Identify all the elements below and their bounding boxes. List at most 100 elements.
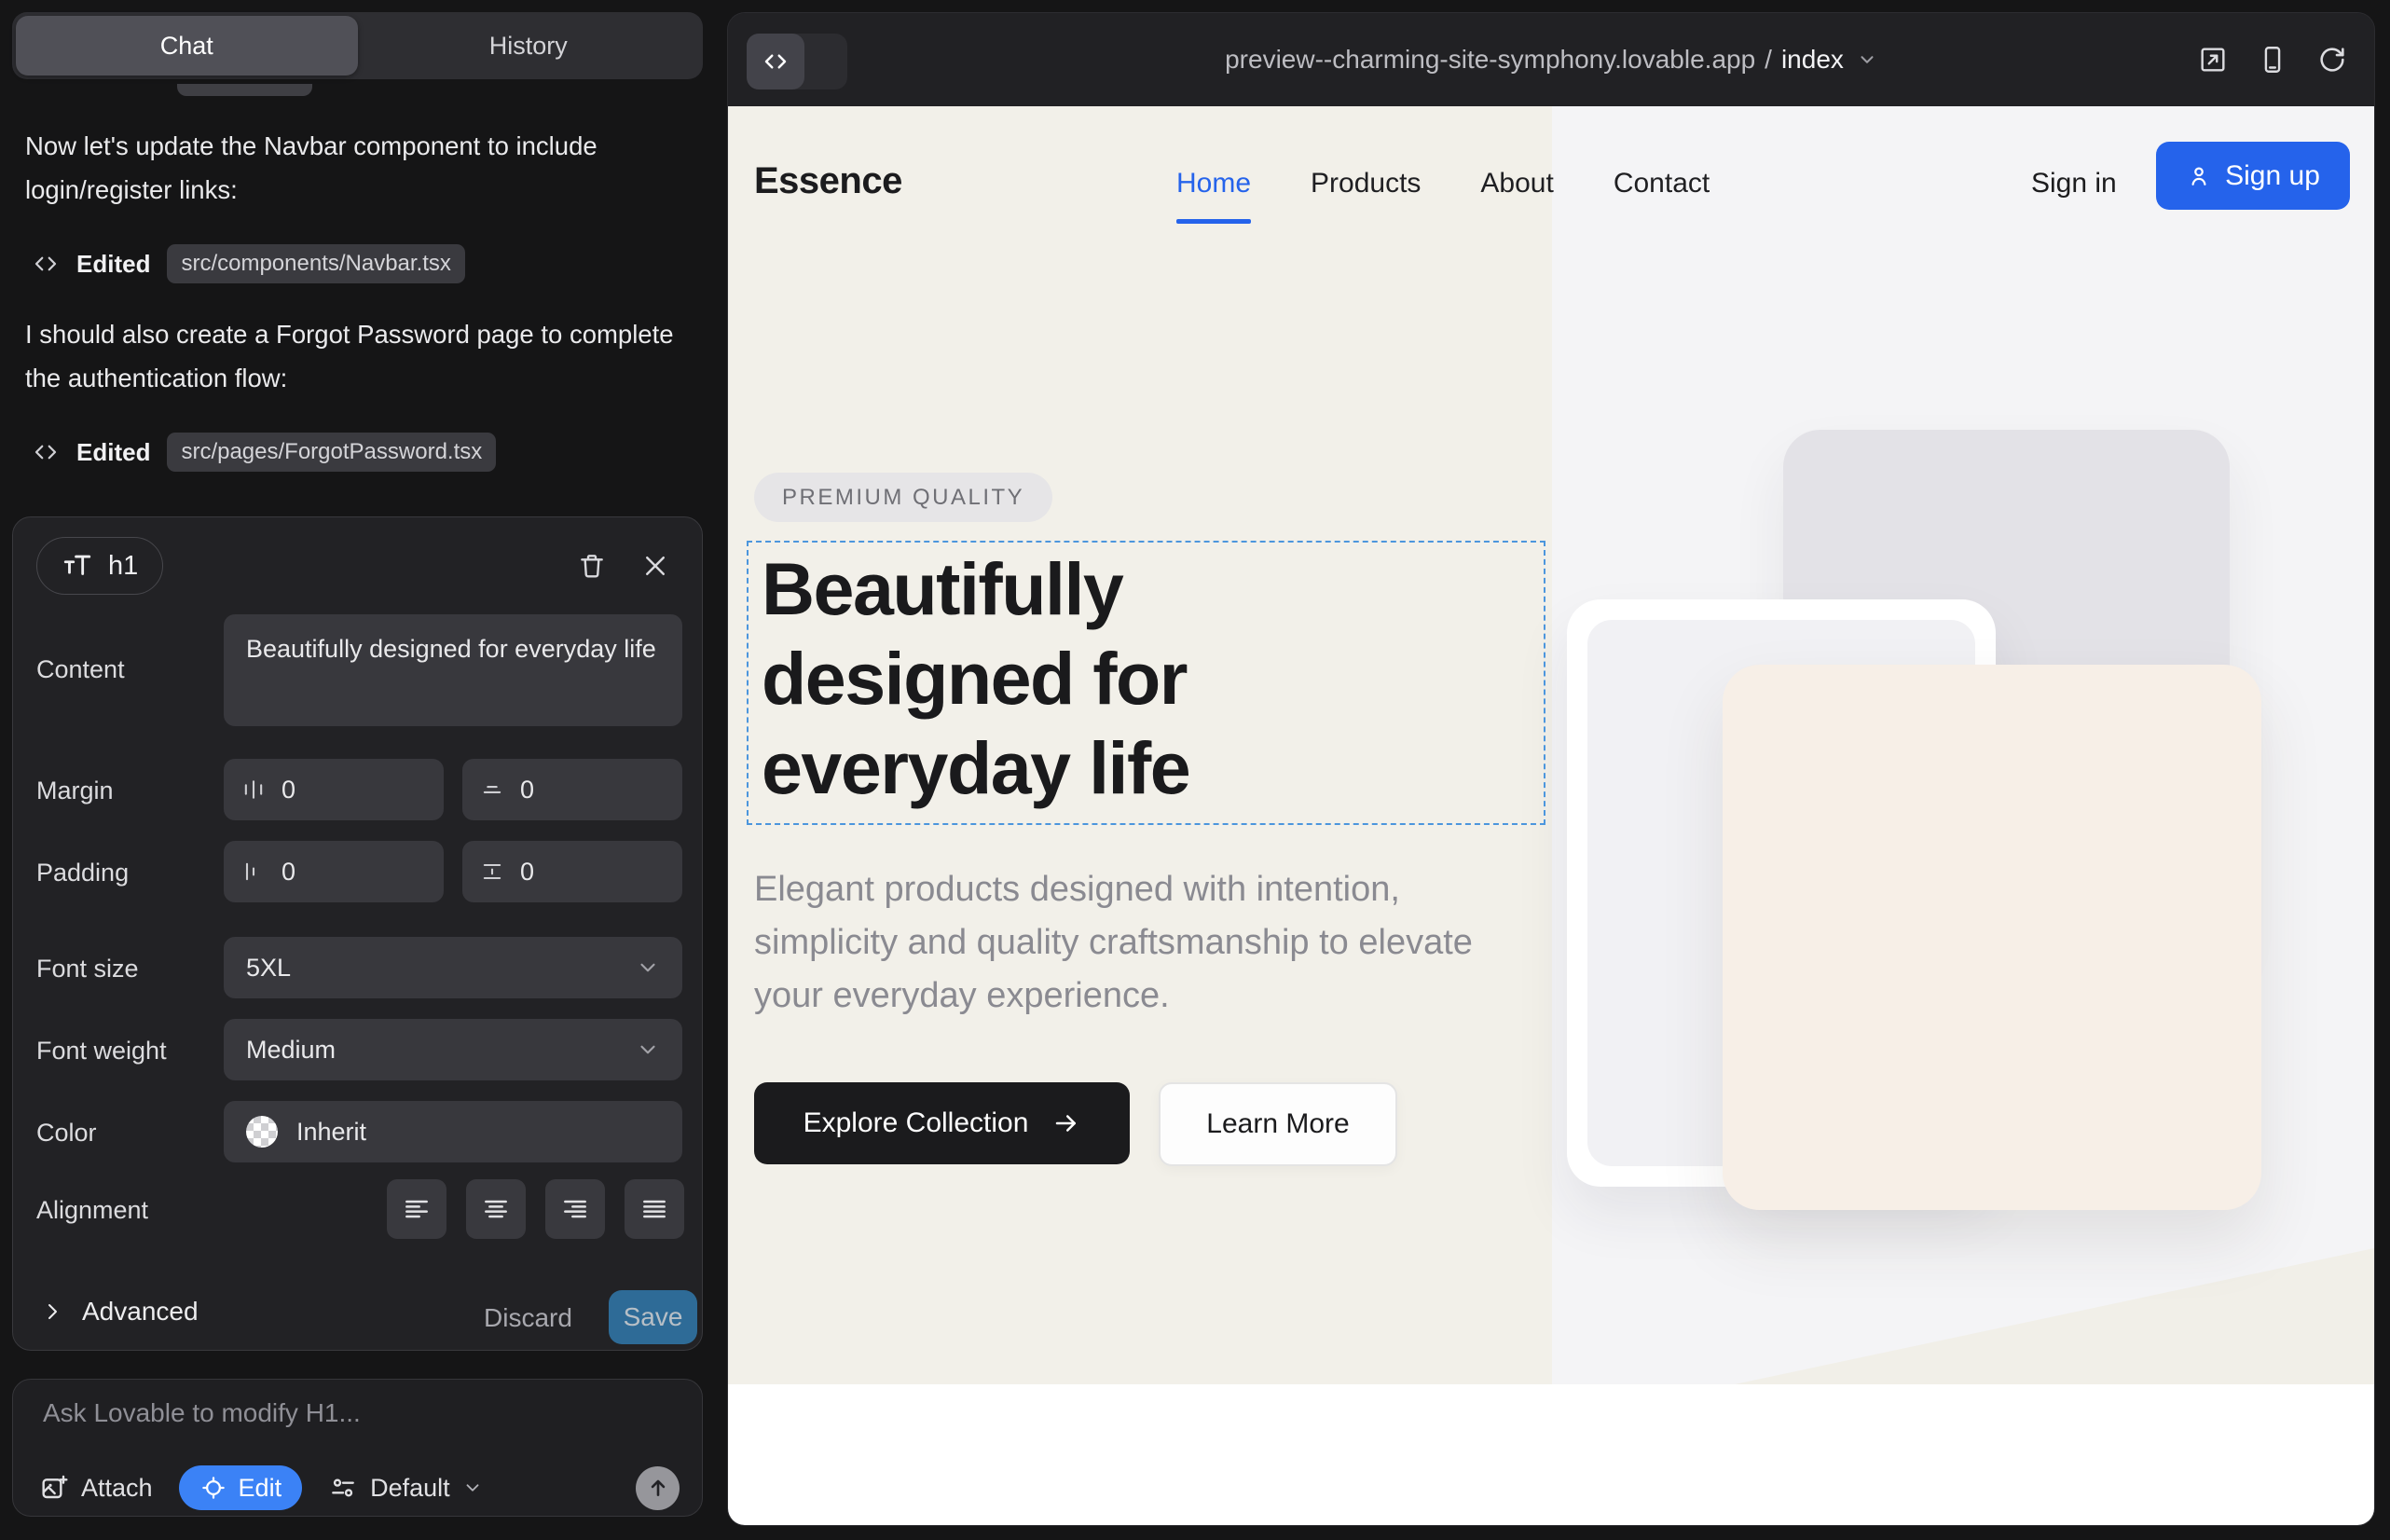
chat-input[interactable]: [43, 1398, 667, 1445]
site-nav-links: Home Products About Contact: [1176, 168, 1710, 199]
hero-description: Elegant products designed with intention…: [754, 863, 1509, 1023]
scrolled-chip-partial: [177, 84, 312, 96]
close-icon: [641, 552, 669, 580]
content-field: Beautifully designed for everyday life: [224, 614, 682, 726]
advanced-label: Advanced: [82, 1297, 199, 1327]
nav-link-products[interactable]: Products: [1311, 168, 1421, 199]
attach-button[interactable]: Attach: [39, 1473, 153, 1503]
align-left-button[interactable]: [387, 1179, 446, 1239]
font-size-value: 5XL: [246, 954, 291, 983]
sign-up-button[interactable]: Sign up: [2156, 142, 2350, 210]
mode-label: Default: [370, 1474, 450, 1503]
delete-element-button[interactable]: [568, 542, 616, 590]
edited-file-chip[interactable]: src/pages/ForgotPassword.tsx: [167, 433, 496, 472]
external-link-icon: [2197, 44, 2229, 76]
smartphone-icon: [2257, 44, 2288, 76]
url-separator: /: [1765, 45, 1772, 75]
browser-actions: [2197, 13, 2348, 106]
lovable-app-window: Chat History Now let's update the Navbar…: [0, 0, 2390, 1540]
chevron-right-icon: [41, 1300, 63, 1323]
font-weight-select[interactable]: Medium: [224, 1019, 682, 1080]
mode-select[interactable]: Default: [328, 1473, 483, 1503]
person-icon: [2186, 163, 2212, 189]
site-logo[interactable]: Essence: [754, 160, 902, 202]
refresh-button[interactable]: [2316, 44, 2348, 76]
nav-link-about[interactable]: About: [1480, 168, 1553, 199]
attach-label: Attach: [81, 1474, 153, 1503]
edited-file-row: Edited src/pages/ForgotPassword.tsx: [32, 433, 496, 472]
align-justify-button[interactable]: [625, 1179, 684, 1239]
content-input[interactable]: Beautifully designed for everyday life: [224, 614, 682, 726]
margin-vertical-field[interactable]: 0: [462, 759, 682, 820]
font-weight-value: Medium: [246, 1036, 336, 1065]
send-button[interactable]: [636, 1466, 680, 1510]
chat-composer: Attach Edit Default: [12, 1379, 703, 1517]
chevron-down-icon: [636, 1038, 660, 1062]
align-center-button[interactable]: [466, 1179, 526, 1239]
mobile-view-button[interactable]: [2257, 44, 2288, 76]
target-icon: [199, 1474, 227, 1502]
preview-browser-bar: preview--charming-site-symphony.lovable.…: [728, 13, 2374, 106]
color-label: Color: [36, 1119, 97, 1148]
chevron-down-icon: [636, 956, 660, 980]
composer-toolbar: Attach Edit Default: [39, 1465, 680, 1510]
edited-label: Edited: [76, 250, 150, 279]
advanced-toggle[interactable]: Advanced: [41, 1297, 199, 1327]
alignment-group: [387, 1179, 684, 1239]
save-button[interactable]: Save: [609, 1290, 697, 1344]
quality-badge: PREMIUM QUALITY: [754, 473, 1052, 522]
edited-label: Edited: [76, 438, 150, 467]
arrow-up-icon: [646, 1476, 670, 1500]
padding-horizontal-icon: [240, 859, 267, 885]
edit-mode-button[interactable]: Edit: [179, 1465, 303, 1510]
chat-sidebar: Chat History Now let's update the Navbar…: [0, 0, 725, 1540]
open-external-button[interactable]: [2197, 44, 2229, 76]
color-value: Inherit: [296, 1118, 366, 1147]
margin-horizontal-field[interactable]: 0: [224, 759, 444, 820]
typography-icon: [62, 550, 93, 582]
edited-file-chip[interactable]: src/components/Navbar.tsx: [167, 244, 464, 283]
nav-link-home[interactable]: Home: [1176, 168, 1251, 199]
explore-collection-button[interactable]: Explore Collection: [754, 1082, 1130, 1164]
color-swatch: [246, 1116, 278, 1148]
padding-horizontal-value: 0: [282, 858, 295, 887]
sidebar-tabbar: Chat History: [12, 12, 703, 79]
discard-button[interactable]: Discard: [484, 1303, 572, 1333]
nav-link-contact[interactable]: Contact: [1614, 168, 1710, 199]
align-right-button[interactable]: [545, 1179, 605, 1239]
decorative-card-cream: [1723, 665, 2261, 1210]
element-tag-name: h1: [108, 551, 138, 582]
chevron-down-icon: [462, 1478, 483, 1498]
edit-mode-label: Edit: [239, 1474, 282, 1503]
alignment-label: Alignment: [36, 1196, 148, 1225]
site-viewport: Essence Home Products About Contact Sign…: [728, 106, 2374, 1525]
edited-file-row: Edited src/components/Navbar.tsx: [32, 244, 465, 283]
margin-horizontal-value: 0: [282, 776, 295, 804]
sign-up-label: Sign up: [2225, 160, 2320, 192]
url-page: index: [1781, 45, 1844, 75]
padding-vertical-icon: [479, 859, 505, 885]
explore-collection-label: Explore Collection: [804, 1107, 1029, 1139]
padding-horizontal-field[interactable]: 0: [224, 841, 444, 902]
learn-more-button[interactable]: Learn More: [1159, 1082, 1397, 1166]
color-field[interactable]: Inherit: [224, 1101, 682, 1162]
padding-vertical-field[interactable]: 0: [462, 841, 682, 902]
margin-vertical-value: 0: [520, 776, 534, 804]
preview-window: preview--charming-site-symphony.lovable.…: [728, 13, 2374, 1525]
url-domain: preview--charming-site-symphony.lovable.…: [1225, 45, 1755, 75]
font-size-label: Font size: [36, 955, 139, 983]
trash-icon: [577, 551, 607, 581]
site-navbar: Essence Home Products About Contact Sign…: [728, 106, 2374, 255]
padding-label: Padding: [36, 859, 129, 887]
preview-url[interactable]: preview--charming-site-symphony.lovable.…: [728, 13, 2374, 106]
tab-history[interactable]: History: [358, 16, 700, 76]
hero-heading-line: Beautifully: [762, 544, 1189, 634]
sign-in-link[interactable]: Sign in: [2031, 168, 2117, 199]
font-size-select[interactable]: 5XL: [224, 937, 682, 998]
hero-heading[interactable]: Beautifully designed for everyday life: [762, 544, 1189, 813]
code-icon: [32, 250, 60, 278]
margin-horizontal-icon: [240, 777, 267, 803]
close-panel-button[interactable]: [631, 542, 680, 590]
margin-vertical-icon: [479, 777, 505, 803]
tab-chat[interactable]: Chat: [16, 16, 358, 76]
